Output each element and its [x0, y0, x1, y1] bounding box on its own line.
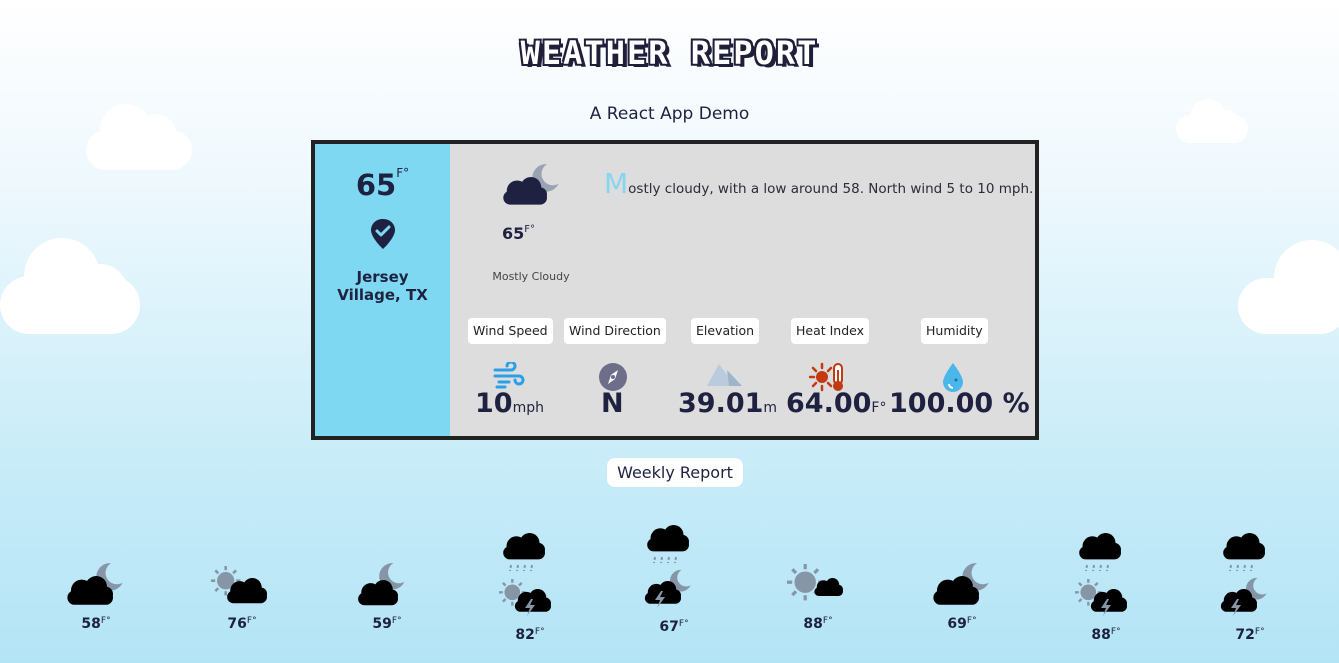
forecast-day-temperature: 76F° — [227, 616, 257, 632]
wind-icon — [493, 362, 525, 389]
forecast-day-temperature: 82F° — [515, 627, 545, 643]
rain-thunderstorm-night-icon — [1220, 533, 1267, 616]
forecast-day-temperature: 88F° — [803, 616, 833, 632]
humidity-value: 100.00 % — [889, 388, 1030, 419]
temperature-unit: F° — [100, 616, 111, 626]
forecast-day: 76F° — [202, 562, 282, 632]
weekly-report-button[interactable]: Weekly Report — [607, 458, 743, 487]
elevation-value: 39.01m — [678, 388, 778, 419]
partly-cloudy-night-icon — [933, 563, 989, 605]
forecast-day-temperature: 69F° — [947, 616, 977, 632]
wind-direction-label: Wind Direction — [564, 318, 666, 344]
forecast-day: 82F° — [490, 533, 570, 643]
location-panel: 65F° Jersey Village, TX — [315, 144, 450, 436]
elevation-label: Elevation — [691, 318, 760, 344]
temperature-unit: F° — [524, 224, 536, 235]
heat-index-value: 64.00F° — [786, 388, 887, 419]
wind-speed-label: Wind Speed — [468, 318, 553, 344]
temperature-unit: F° — [1254, 627, 1265, 637]
rain-thunderstorm-day-icon — [499, 533, 551, 616]
location-pin-icon — [371, 219, 395, 249]
forecast-day-temperature: 58F° — [81, 616, 111, 632]
temperature-unit: F° — [396, 166, 410, 180]
temperature-unit: F° — [1110, 627, 1121, 637]
forecast-description: Mostly cloudy, with a low around 58. Nor… — [604, 167, 1034, 200]
forecast-day-temperature: 88F° — [1091, 627, 1121, 643]
forecast-day: 72F° — [1210, 533, 1290, 643]
forecast-day-temperature: 67F° — [659, 619, 689, 635]
humidity-label: Humidity — [921, 318, 988, 344]
location-name: Jersey Village, TX — [337, 268, 428, 304]
forecast-day-temperature: 59F° — [372, 616, 402, 632]
forecast-day-temperature: 72F° — [1235, 627, 1265, 643]
current-condition: Mostly Cloudy — [492, 270, 570, 283]
current-weather-card: 65F° Jersey Village, TX 65F° Mostly Clou… — [311, 140, 1039, 440]
cloudy-night-icon — [358, 563, 405, 606]
page-subtitle: A React App Demo — [589, 104, 750, 124]
sun-cloud-icon — [787, 564, 843, 601]
partly-cloudy-night-icon — [503, 164, 559, 205]
background-cloud-icon — [1238, 240, 1339, 334]
partly-cloudy-day-icon — [211, 566, 267, 604]
forecast-day: 58F° — [56, 562, 136, 632]
temperature-unit: F° — [391, 616, 402, 626]
current-temperature: 65F° — [502, 224, 536, 243]
heat-index-label: Heat Index — [791, 318, 870, 344]
temperature-unit: F° — [678, 619, 689, 629]
location-temperature: 65F° — [355, 166, 410, 202]
wind-direction-value: N — [601, 388, 624, 419]
wind-speed-value: 10mph — [475, 388, 544, 419]
background-cloud-icon — [0, 238, 140, 334]
forecast-day: 69F° — [922, 562, 1002, 632]
temperature-unit: F° — [534, 627, 545, 637]
rain-thunderstorm-day-icon — [1075, 533, 1127, 616]
temperature-unit: F° — [822, 616, 833, 626]
mountain-icon — [707, 364, 742, 386]
forecast-day: 67F° — [634, 525, 714, 635]
forecast-day: 88F° — [778, 562, 858, 632]
forecast-day: 59F° — [347, 562, 427, 632]
page-title: WEATHER REPORT — [520, 34, 819, 72]
forecast-day: 88F° — [1066, 533, 1146, 643]
temperature-unit: F° — [246, 616, 257, 626]
temperature-unit: F° — [966, 616, 977, 626]
rain-thunderstorm-night-icon — [644, 525, 691, 608]
partly-cloudy-night-icon — [67, 563, 123, 605]
